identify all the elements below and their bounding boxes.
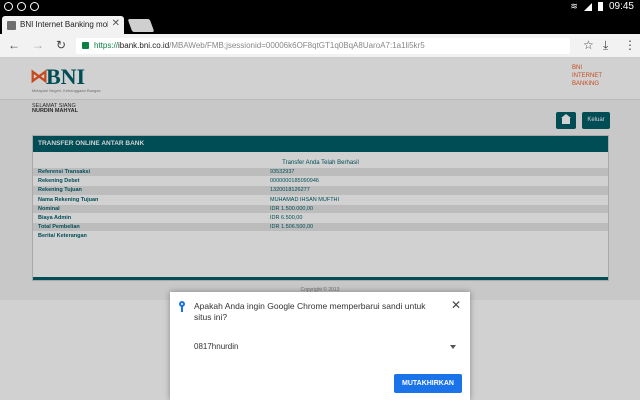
address-bar[interactable]: https://ibank.bni.co.id/MBAWeb/FMB;jsess… [76, 38, 570, 54]
tab-title: BNI Internet Banking mobile [20, 20, 108, 29]
dialog-question: Apakah Anda ingin Google Chrome memperba… [194, 301, 426, 322]
new-tab-button[interactable] [127, 19, 155, 32]
account-select[interactable]: 0817hnurdin [194, 342, 460, 356]
status-bar: ≋ 09:45 [0, 0, 640, 14]
dialog-close-icon[interactable]: ✕ [451, 298, 461, 312]
browser-toolbar: ← → ↻ https://ibank.bni.co.id/MBAWeb/FMB… [0, 34, 640, 58]
reload-icon[interactable]: ↻ [56, 38, 66, 52]
tab-strip: BNI Internet Banking mobile ✕ [0, 14, 640, 34]
dropdown-arrow-icon [450, 345, 456, 349]
key-icon [179, 301, 185, 312]
tab-close-icon[interactable]: ✕ [112, 18, 120, 29]
url-text: https://ibank.bni.co.id/MBAWeb/FMB;jsess… [94, 41, 425, 50]
signal-icon [583, 2, 592, 11]
wifi-icon: ≋ [570, 1, 578, 11]
notification-icon [30, 2, 39, 11]
update-password-button[interactable]: MUTAKHIRKAN [394, 374, 462, 393]
notification-icon [4, 2, 13, 11]
notification-icons [4, 2, 39, 11]
whatsapp-icon [17, 2, 26, 11]
download-icon[interactable]: ⤓ [603, 38, 608, 53]
system-icons: ≋ 09:45 [570, 1, 634, 12]
clock: 09:45 [608, 1, 634, 12]
lock-icon [82, 42, 89, 49]
password-update-dialog: Apakah Anda ingin Google Chrome memperba… [170, 292, 470, 400]
back-arrow-icon[interactable]: ← [8, 38, 20, 52]
battery-icon [597, 2, 603, 11]
favicon-icon [7, 21, 16, 30]
bookmark-star-icon[interactable]: ☆ [583, 38, 594, 52]
menu-icon[interactable]: ⋮ [624, 38, 636, 52]
account-username: 0817hnurdin [194, 342, 239, 351]
forward-arrow-icon[interactable]: → [32, 38, 44, 52]
browser-tab[interactable]: BNI Internet Banking mobile ✕ [2, 16, 124, 34]
